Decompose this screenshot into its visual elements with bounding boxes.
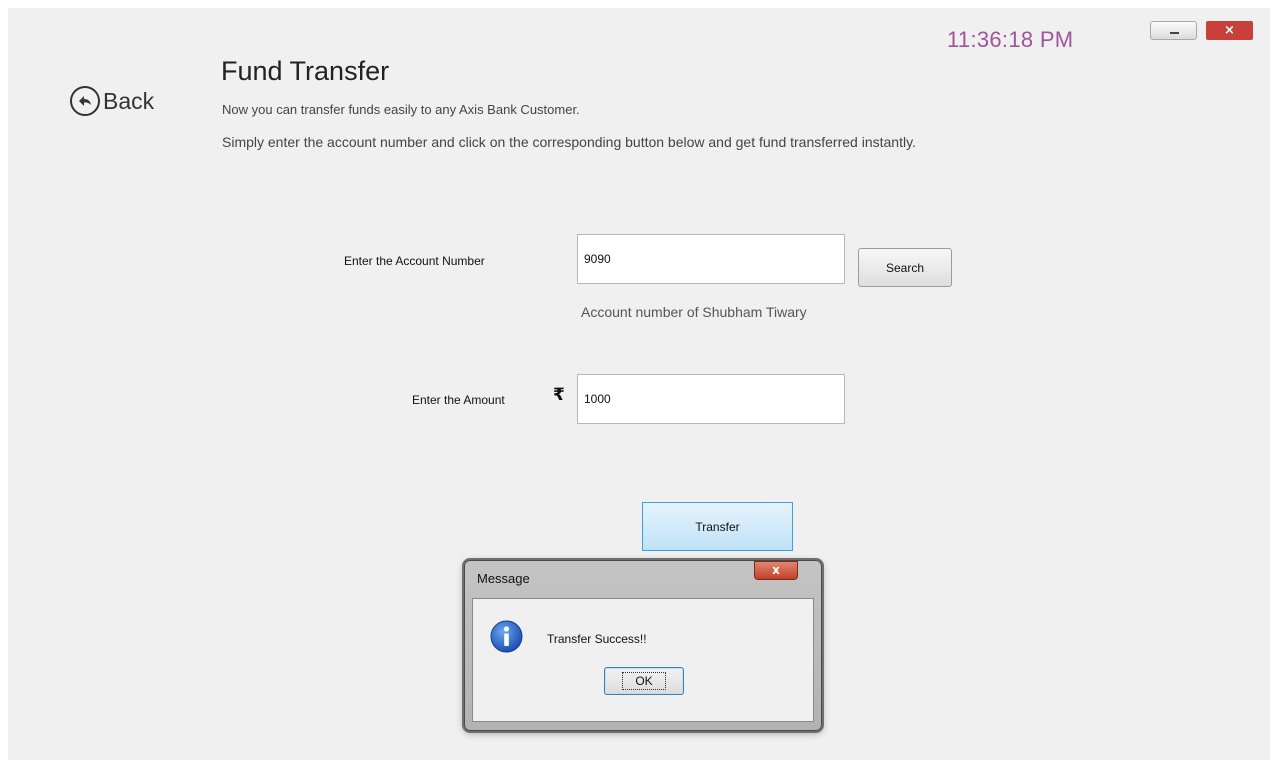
close-button[interactable]: × — [1206, 21, 1253, 40]
amount-label: Enter the Amount — [412, 393, 505, 407]
back-label: Back — [103, 87, 155, 114]
page-description-1: Now you can transfer funds easily to any… — [222, 102, 580, 117]
app-window: 11:36:18 PM × Back Fund Transfer Now you… — [8, 8, 1270, 760]
back-arrow-icon — [70, 86, 100, 116]
search-button[interactable]: Search — [858, 248, 952, 287]
dialog-title: Message — [477, 571, 530, 586]
dialog-message: Transfer Success!! — [547, 632, 647, 646]
minimize-button[interactable] — [1150, 21, 1197, 40]
ok-button[interactable]: OK — [604, 667, 684, 695]
ok-button-label: OK — [622, 672, 666, 690]
back-button[interactable]: Back — [70, 83, 154, 119]
dialog-body: Transfer Success!! OK — [472, 598, 814, 722]
page-description-2: Simply enter the account number and clic… — [222, 134, 916, 150]
message-dialog: Message x Transfer Success!! OK — [464, 560, 822, 731]
account-number-input[interactable] — [577, 234, 845, 284]
account-holder-text: Account number of Shubham Tiwary — [581, 304, 807, 320]
rupee-symbol: ₹ — [553, 385, 565, 405]
minimize-icon — [1170, 32, 1179, 34]
clock: 11:36:18 PM — [947, 27, 1074, 52]
info-icon — [490, 620, 523, 653]
page-title: Fund Transfer — [221, 56, 390, 86]
dialog-close-button[interactable]: x — [754, 561, 798, 580]
account-number-label: Enter the Account Number — [344, 254, 485, 268]
amount-input[interactable] — [577, 374, 845, 424]
transfer-button[interactable]: Transfer — [642, 502, 793, 551]
